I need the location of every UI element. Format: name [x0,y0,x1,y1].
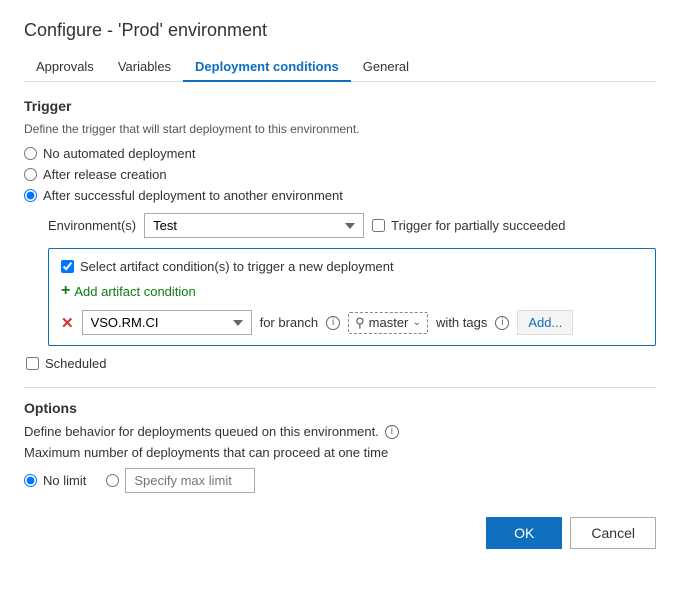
trigger-options: No automated deployment After release cr… [24,146,656,203]
add-condition-btn[interactable]: + Add artifact condition [61,282,643,300]
environment-row: Environment(s) Test Trigger for partiall… [48,213,656,238]
branch-select[interactable]: master [369,315,409,330]
artifact-select[interactable]: VSO.RM.CI [82,310,252,335]
specify-max-option[interactable] [106,468,255,493]
tags-info-icon[interactable]: i [495,316,509,330]
artifact-header: Select artifact condition(s) to trigger … [61,259,643,274]
add-tag-btn[interactable]: Add... [517,310,573,335]
trigger-no-automated[interactable]: No automated deployment [24,146,656,161]
tab-approvals[interactable]: Approvals [24,53,106,82]
artifact-conditions-box: Select artifact condition(s) to trigger … [48,248,656,346]
trigger-after-successful-radio[interactable] [24,189,37,202]
trigger-no-automated-label: No automated deployment [43,146,195,161]
no-limit-label: No limit [43,473,86,488]
cancel-button[interactable]: Cancel [570,517,656,549]
with-tags-text: with tags [436,315,487,330]
no-limit-option[interactable]: No limit [24,473,86,488]
trigger-description: Define the trigger that will start deplo… [24,122,656,136]
branch-info-icon[interactable]: i [326,316,340,330]
tab-variables[interactable]: Variables [106,53,183,82]
tab-general[interactable]: General [351,53,421,82]
trigger-after-release-label: After release creation [43,167,167,182]
trigger-no-automated-radio[interactable] [24,147,37,160]
artifact-condition-label: Select artifact condition(s) to trigger … [80,259,394,274]
trigger-after-successful-label: After successful deployment to another e… [43,188,343,203]
remove-artifact-btn[interactable]: ✕ [61,314,74,332]
environment-label: Environment(s) [48,218,136,233]
trigger-after-release-radio[interactable] [24,168,37,181]
scheduled-checkbox[interactable] [26,357,39,370]
footer-buttons: OK Cancel [24,517,656,549]
no-limit-radio[interactable] [24,474,37,487]
trigger-partial-row[interactable]: Trigger for partially succeeded [372,218,565,233]
trigger-after-successful[interactable]: After successful deployment to another e… [24,188,656,203]
max-deploy-label: Maximum number of deployments that can p… [24,445,656,460]
specify-max-input[interactable] [125,468,255,493]
tab-bar: Approvals Variables Deployment condition… [24,53,656,82]
branch-chevron-icon: ⌄ [413,317,421,328]
trigger-partial-label: Trigger for partially succeeded [391,218,565,233]
options-description: Define behavior for deployments queued o… [24,424,656,439]
add-condition-label: Add artifact condition [74,284,195,299]
tab-deployment-conditions[interactable]: Deployment conditions [183,53,351,82]
section-divider [24,387,656,388]
scheduled-row: Scheduled [26,356,656,371]
trigger-section-title: Trigger [24,98,656,114]
options-desc-text: Define behavior for deployments queued o… [24,424,379,439]
artifact-row: ✕ VSO.RM.CI for branch i ⚲ master ⌄ with… [61,310,643,335]
limit-row: No limit [24,468,656,493]
options-section-title: Options [24,400,656,416]
options-section: Options Define behavior for deployments … [24,400,656,493]
artifact-condition-checkbox[interactable] [61,260,74,273]
environment-select[interactable]: Test [144,213,364,238]
trigger-partial-checkbox[interactable] [372,219,385,232]
for-branch-text: for branch [260,315,319,330]
specify-max-radio[interactable] [106,474,119,487]
options-info-icon[interactable]: i [385,425,399,439]
branch-select-wrapper: ⚲ master ⌄ [348,312,428,334]
git-icon: ⚲ [355,315,365,331]
ok-button[interactable]: OK [486,517,562,549]
dialog-title: Configure - 'Prod' environment [24,20,656,41]
scheduled-label: Scheduled [45,356,106,371]
plus-icon: + [61,282,70,300]
trigger-after-release[interactable]: After release creation [24,167,656,182]
configure-dialog: Configure - 'Prod' environment Approvals… [0,0,680,599]
